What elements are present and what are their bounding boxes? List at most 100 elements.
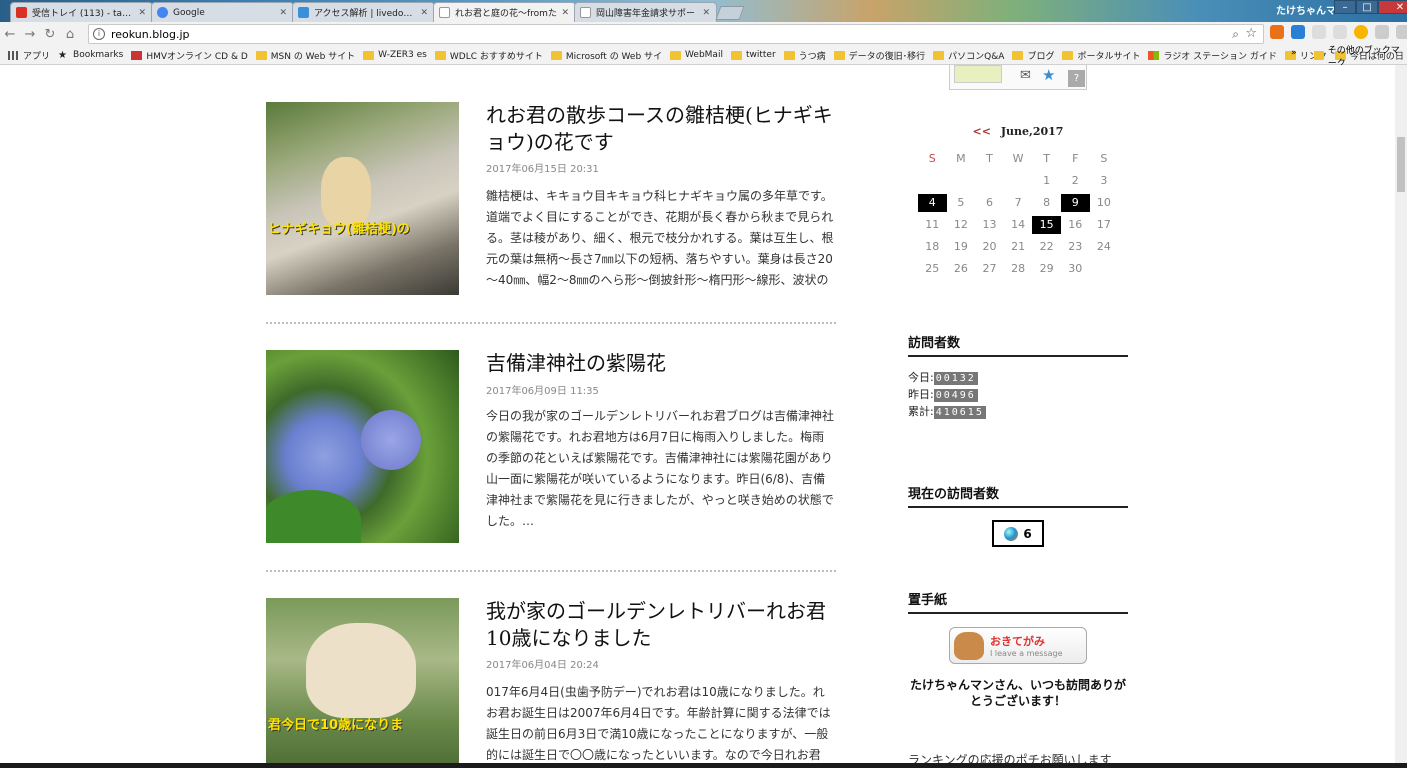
extension-icon[interactable]: [1270, 25, 1284, 39]
calendar-day[interactable]: 4: [918, 194, 947, 212]
forward-arrow-icon[interactable]: →: [20, 27, 40, 42]
bookmarks-bar: アプリ ★ Bookmarks HMVオンライン CD & D MSN の Web サイ…: [0, 46, 1407, 65]
current-visitors-badge[interactable]: 6: [992, 520, 1044, 547]
close-window-button[interactable]: ✕: [1378, 0, 1407, 14]
zoom-icon[interactable]: ⌕: [1232, 27, 1239, 42]
close-icon[interactable]: ✕: [420, 8, 428, 18]
minimize-button[interactable]: –: [1334, 0, 1356, 14]
tab-title: れお君と庭の花～fromた: [455, 9, 557, 19]
bookmark-label[interactable]: WDLC おすすめサイト: [450, 49, 543, 62]
bookmark-item[interactable]: WebMail: [670, 50, 723, 60]
close-icon[interactable]: ✕: [561, 8, 569, 18]
leaf-figure: [266, 490, 361, 543]
info-icon[interactable]: i: [93, 28, 105, 40]
close-icon[interactable]: ✕: [702, 8, 710, 18]
extension-icon[interactable]: [1375, 25, 1389, 39]
bookmark-label[interactable]: Bookmarks: [73, 50, 123, 60]
calendar-day: 12: [953, 218, 968, 231]
bookmark-item[interactable]: twitter: [730, 50, 776, 60]
back-arrow-icon[interactable]: ←: [0, 27, 20, 42]
calendar-day: 13: [982, 218, 997, 231]
extension-icon[interactable]: [1354, 25, 1368, 39]
bookmark-label[interactable]: データの復旧･移行: [849, 49, 926, 62]
other-bookmarks[interactable]: その他のブックマーク: [1314, 46, 1407, 69]
close-icon[interactable]: ✕: [279, 8, 287, 18]
star-icon: ★: [58, 49, 67, 61]
reload-icon[interactable]: ↻: [40, 27, 60, 42]
bookmark-label[interactable]: MSN の Web サイト: [271, 49, 355, 62]
address-bar[interactable]: i reokun.blog.jp ⌕ ☆: [88, 24, 1264, 44]
bookmark-label[interactable]: WebMail: [685, 50, 723, 60]
bookmark-item[interactable]: うつ病: [783, 49, 826, 62]
bookmark-label[interactable]: Microsoft の Web サイ: [566, 49, 662, 62]
mail-icon[interactable]: ✉: [1020, 68, 1031, 83]
tab-title: 岡山障害年金請求サポー: [596, 9, 696, 19]
close-icon[interactable]: ✕: [138, 8, 146, 18]
bookmark-item[interactable]: WDLC おすすめサイト: [434, 49, 543, 62]
calendar-day[interactable]: 15: [1032, 216, 1061, 234]
weekday-label: T: [1043, 152, 1051, 165]
star-icon[interactable]: ★: [1042, 66, 1055, 84]
hmv-icon: [131, 50, 143, 60]
tab-okayama-pension[interactable]: 岡山障害年金請求サポー ✕: [574, 2, 717, 22]
scrollbar-thumb[interactable]: [1397, 137, 1405, 192]
extension-icon[interactable]: [1312, 25, 1326, 39]
bookmark-label[interactable]: ポータルサイト: [1077, 49, 1140, 62]
extension-icon[interactable]: [1333, 25, 1347, 39]
tab-access-analysis[interactable]: アクセス解析 | livedoor Bl ✕: [292, 2, 435, 22]
bookmark-item[interactable]: アプリ: [8, 49, 50, 62]
bookmark-item[interactable]: W-ZER3 es: [363, 50, 427, 60]
url-text[interactable]: reokun.blog.jp: [111, 28, 190, 41]
bookmark-item[interactable]: Microsoft の Web サイ: [550, 49, 662, 62]
bookmark-item[interactable]: HMVオンライン CD & D: [131, 49, 248, 62]
bookmark-item[interactable]: ラジオ ステーション ガイド: [1148, 49, 1277, 62]
bookmark-label[interactable]: twitter: [746, 50, 776, 60]
home-icon[interactable]: ⌂: [60, 27, 80, 42]
bookmark-label[interactable]: ブログ: [1027, 49, 1054, 62]
post-thumbnail[interactable]: 君今日で10歳になりま: [266, 598, 459, 768]
bookmark-item[interactable]: MSN の Web サイト: [255, 49, 355, 62]
bookmark-label[interactable]: パソコンQ&A: [948, 49, 1004, 62]
tab-gmail[interactable]: 受信トレイ (113) - take.ch ✕: [10, 2, 153, 22]
calendar-day[interactable]: 9: [1060, 194, 1090, 212]
bookmark-item[interactable]: ポータルサイト: [1062, 49, 1140, 62]
post-thumbnail[interactable]: [266, 350, 459, 543]
blog-post: 吉備津神社の紫陽花 2017年06月09日 11:35 今日の我が家のゴールデン…: [266, 350, 836, 545]
help-icon[interactable]: ?: [1068, 70, 1085, 87]
post-date: 2017年06月04日 20:24: [486, 660, 599, 671]
folder-icon: [1314, 51, 1324, 60]
dog-figure: [306, 623, 416, 718]
bookmark-label[interactable]: うつ病: [799, 49, 826, 62]
okitegami-button[interactable]: おきてがみ I leave a message: [949, 627, 1087, 664]
post-divider: [266, 322, 836, 324]
bookmark-item[interactable]: パソコンQ&A: [933, 49, 1004, 62]
total-digits: 410615: [933, 405, 986, 419]
tab-google[interactable]: Google ✕: [151, 2, 294, 22]
maximize-button[interactable]: □: [1356, 0, 1378, 14]
bookmark-label[interactable]: ラジオ ステーション ガイド: [1163, 49, 1276, 62]
folder-icon: [363, 50, 375, 60]
bookmark-label[interactable]: アプリ: [23, 49, 50, 62]
bookmark-label[interactable]: HMVオンライン CD & D: [146, 49, 247, 62]
browser-tab-strip: 受信トレイ (113) - take.ch ✕ Google ✕ アクセス解析 …: [0, 0, 1407, 22]
bookmark-star-icon[interactable]: ☆: [1245, 26, 1257, 41]
calendar-prev-link[interactable]: <<: [973, 125, 991, 138]
tab-reokun-blog[interactable]: れお君と庭の花～fromた ✕: [433, 2, 576, 22]
extension-icon[interactable]: [1291, 25, 1305, 39]
tab-title: アクセス解析 | livedoor Bl: [314, 9, 417, 19]
extension-icon[interactable]: [1396, 25, 1407, 39]
thumbnail-caption: 君今日で10歳になりま: [268, 718, 404, 733]
calendar-day: 18: [925, 240, 940, 253]
calendar-day: 29: [1039, 262, 1054, 275]
new-tab-button[interactable]: [715, 6, 745, 20]
page-scrollbar[interactable]: [1395, 65, 1407, 768]
post-title[interactable]: 我が家のゴールデンレトリバーれお君10歳になりました: [486, 598, 836, 652]
bookmark-item[interactable]: ブログ: [1012, 49, 1054, 62]
bookmark-item[interactable]: データの復旧･移行: [833, 49, 926, 62]
bookmark-item[interactable]: ★ Bookmarks: [58, 50, 123, 60]
bookmark-label[interactable]: W-ZER3 es: [378, 50, 427, 60]
post-thumbnail[interactable]: ヒナギキョウ(雛桔梗)の: [266, 102, 459, 295]
post-title[interactable]: 吉備津神社の紫陽花: [486, 350, 836, 377]
post-title[interactable]: れお君の散歩コースの雛桔梗(ヒナギキョウ)の花です: [486, 102, 836, 156]
bookmarks-overflow[interactable]: »: [1291, 48, 1297, 58]
